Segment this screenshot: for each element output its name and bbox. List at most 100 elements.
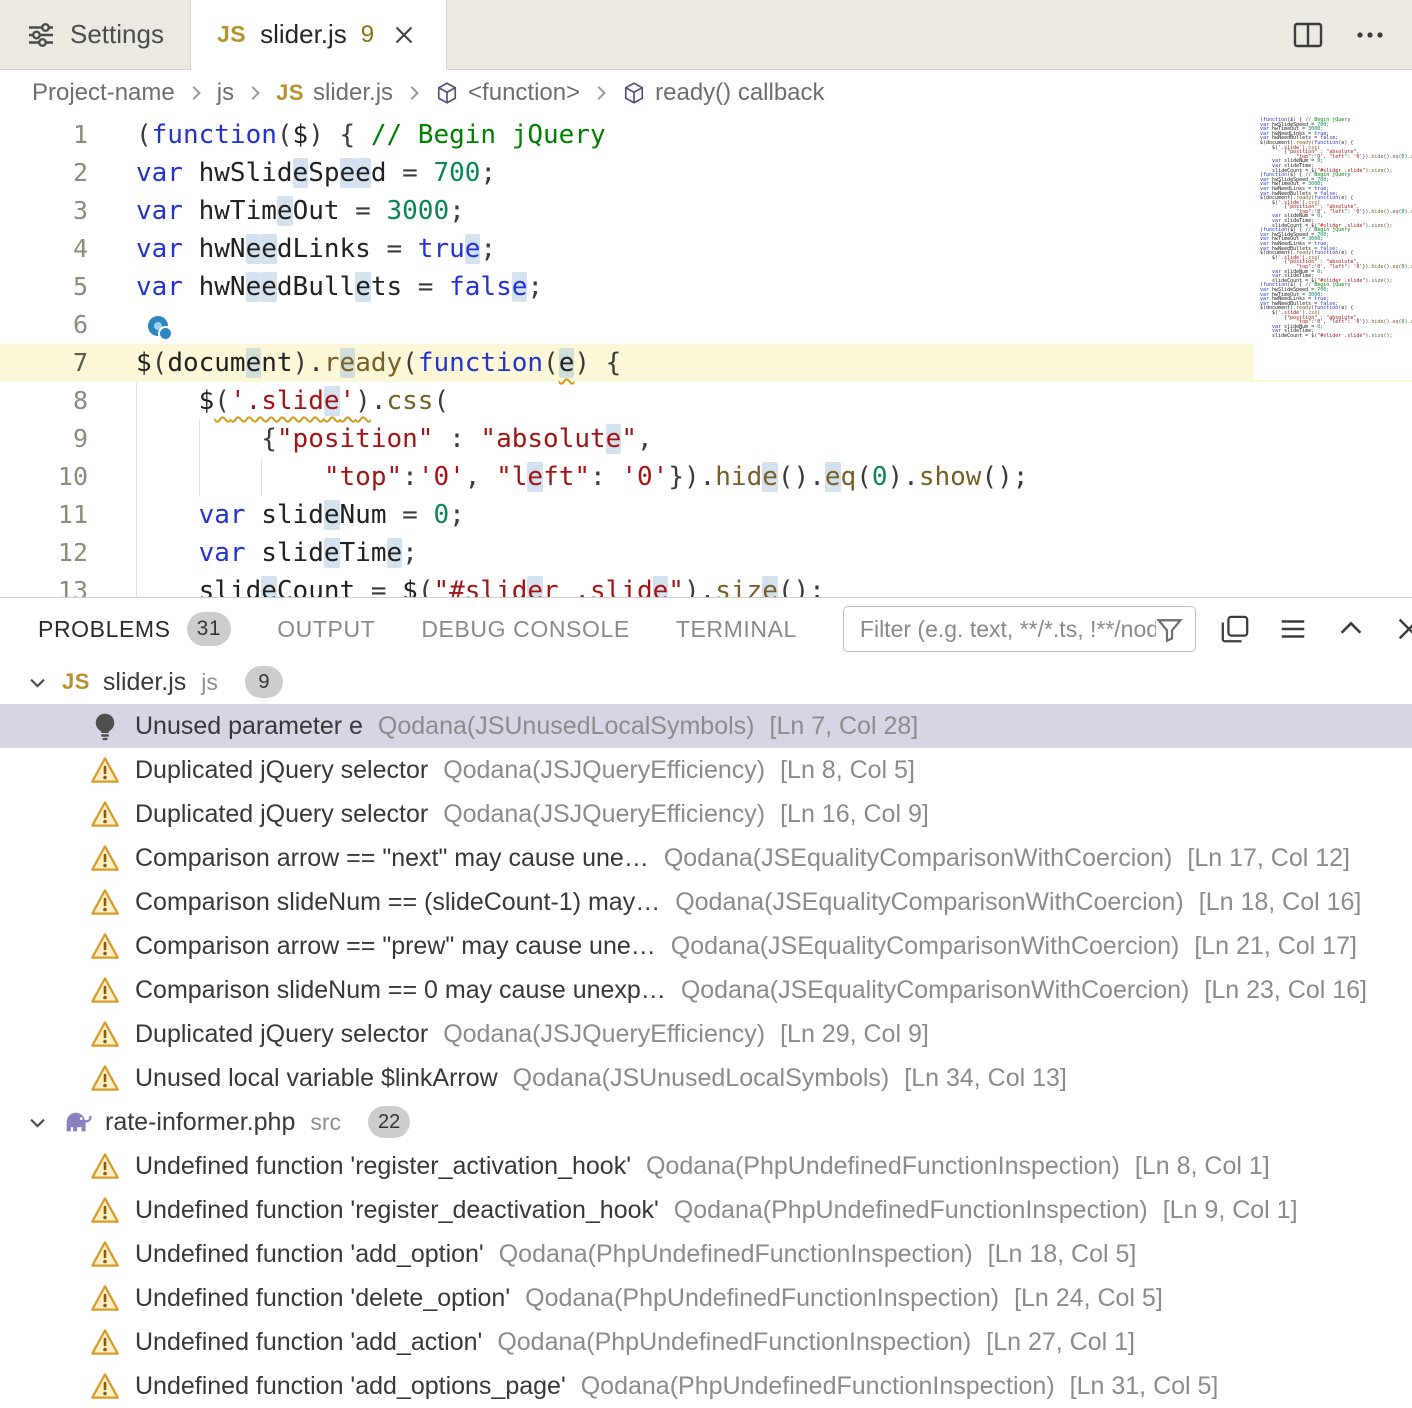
code-line[interactable]: 7 $(document).ready(function(e) {	[0, 344, 1412, 382]
problem-location: [Ln 23, Col 16]	[1204, 976, 1367, 1005]
problem-source: Qodana(PhpUndefinedFunctionInspection)	[674, 1196, 1148, 1225]
close-tab-icon[interactable]	[388, 21, 420, 49]
warning-icon	[90, 975, 120, 1005]
line-number[interactable]: 11	[0, 496, 88, 534]
breadcrumb-item[interactable]: JSslider.js	[276, 79, 393, 107]
more-actions-icon[interactable]	[1354, 19, 1386, 51]
problems-group-header[interactable]: rate-informer.php src 22	[0, 1100, 1412, 1144]
problem-row[interactable]: Undefined function 'add_option' Qodana(P…	[0, 1232, 1412, 1276]
breadcrumb-item[interactable]: js	[217, 79, 234, 107]
line-number[interactable]: 2	[0, 154, 88, 192]
problem-row[interactable]: Comparison slideNum == 0 may cause unexp…	[0, 968, 1412, 1012]
code-line[interactable]: 6	[0, 306, 1412, 344]
problem-row[interactable]: Undefined function 'register_activation_…	[0, 1144, 1412, 1188]
filter-icon[interactable]	[1156, 616, 1183, 643]
problem-row[interactable]: Unused local variable $linkArrow Qodana(…	[0, 1056, 1412, 1100]
minimap[interactable]: (function($) { // Begin jQueryvar hwSlid…	[1254, 116, 1412, 380]
line-content: $(document).ready(function(e) {	[136, 344, 621, 382]
code-line[interactable]: 9 {"position" : "absolute",	[0, 420, 1412, 458]
line-content: $('.slide').css(	[136, 382, 449, 420]
code-line[interactable]: 2 var hwSlideSpeed = 700;	[0, 154, 1412, 192]
line-content: "top":'0', "left": '0'}).hide().eq(0).sh…	[136, 458, 1028, 496]
line-number[interactable]: 4	[0, 230, 88, 268]
collapse-all-icon[interactable]	[1220, 614, 1250, 644]
code-line[interactable]: 3 var hwTimeOut = 3000;	[0, 192, 1412, 230]
panel-tab-problems[interactable]: PROBLEMS 31	[38, 612, 231, 646]
problem-location: [Ln 16, Col 9]	[780, 800, 929, 829]
line-number[interactable]: 12	[0, 534, 88, 572]
code-line[interactable]: 13 slideCount = $("#slider .slide").size…	[0, 572, 1412, 597]
problem-message: Undefined function 'add_options_page'	[135, 1372, 566, 1401]
problem-row[interactable]: Undefined function 'register_deactivatio…	[0, 1188, 1412, 1232]
line-number[interactable]: 9	[0, 420, 88, 458]
code-line[interactable]: 12 var slideTime;	[0, 534, 1412, 572]
problem-row[interactable]: Undefined function 'add_options_page' Qo…	[0, 1364, 1412, 1408]
problem-message: Undefined function 'delete_option'	[135, 1284, 510, 1313]
line-number[interactable]: 10	[0, 458, 88, 496]
code-editor[interactable]: 1 (function($) { // Begin jQuery 2 var h…	[0, 116, 1412, 597]
code-line[interactable]: 5 var hwNeedBullets = false;	[0, 268, 1412, 306]
line-number[interactable]: 8	[0, 382, 88, 420]
code-line[interactable]: 1 (function($) { // Begin jQuery	[0, 116, 1412, 154]
js-file-icon: JS	[62, 669, 90, 695]
warning-icon	[90, 755, 120, 785]
line-content: var slideNum = 0;	[136, 496, 465, 534]
line-number[interactable]: 13	[0, 572, 88, 597]
warning-icon	[90, 931, 120, 961]
problem-message: Undefined function 'add_option'	[135, 1240, 484, 1269]
breadcrumb-item[interactable]: Project-name	[32, 79, 175, 107]
problem-message: Undefined function 'add_action'	[135, 1328, 482, 1357]
chevron-down-icon[interactable]	[26, 1111, 49, 1134]
problem-row[interactable]: Comparison arrow == "next" may cause une…	[0, 836, 1412, 880]
problem-row[interactable]: Unused parameter e Qodana(JSUnusedLocalS…	[0, 704, 1412, 748]
warning-icon	[90, 1327, 120, 1357]
problem-row[interactable]: Duplicated jQuery selector Qodana(JSJQue…	[0, 1012, 1412, 1056]
code-line[interactable]: 11 var slideNum = 0;	[0, 496, 1412, 534]
breadcrumb-item[interactable]: <function>	[435, 79, 580, 107]
breadcrumb-item[interactable]: ready() callback	[622, 79, 824, 107]
panel-tab-debug-console[interactable]: DEBUG CONSOLE	[421, 612, 629, 646]
problem-row[interactable]: Undefined function 'add_action' Qodana(P…	[0, 1320, 1412, 1364]
problem-row[interactable]: Comparison arrow == "prew" may cause une…	[0, 924, 1412, 968]
split-editor-icon[interactable]	[1292, 19, 1324, 51]
line-number[interactable]: 5	[0, 268, 88, 306]
line-number[interactable]: 3	[0, 192, 88, 230]
problem-message: Unused local variable $linkArrow	[135, 1064, 498, 1093]
line-content: var hwSlideSpeed = 700;	[136, 154, 496, 192]
problem-source: Qodana(JSJQueryEfficiency)	[443, 1020, 765, 1049]
chevron-down-icon[interactable]	[26, 671, 49, 694]
breadcrumb-label: js	[217, 79, 234, 107]
problem-location: [Ln 29, Col 9]	[780, 1020, 929, 1049]
code-lines: 1 (function($) { // Begin jQuery 2 var h…	[0, 116, 1412, 597]
line-number[interactable]: 6	[0, 306, 88, 344]
problem-source: Qodana(JSUnusedLocalSymbols)	[378, 712, 755, 741]
breadcrumb-label: Project-name	[32, 79, 175, 107]
line-number[interactable]: 7	[0, 344, 88, 382]
qodana-hint-icon[interactable]	[148, 316, 168, 336]
tab-slider-js[interactable]: JS slider.js 9	[191, 0, 447, 69]
close-panel-icon[interactable]	[1394, 614, 1412, 644]
settings-icon	[26, 20, 56, 50]
warning-icon	[90, 1151, 120, 1181]
problems-group-header[interactable]: JS slider.js js 9	[0, 660, 1412, 704]
code-line[interactable]: 4 var hwNeedLinks = true;	[0, 230, 1412, 268]
problem-location: [Ln 21, Col 17]	[1194, 932, 1357, 961]
maximize-panel-icon[interactable]	[1336, 614, 1366, 644]
tab-settings[interactable]: Settings	[0, 0, 191, 69]
problem-source: Qodana(JSUnusedLocalSymbols)	[513, 1064, 890, 1093]
problem-location: [Ln 18, Col 5]	[988, 1240, 1137, 1269]
problem-row[interactable]: Comparison slideNum == (slideCount-1) ma…	[0, 880, 1412, 924]
view-as-table-icon[interactable]	[1278, 614, 1308, 644]
problem-source: Qodana(JSJQueryEfficiency)	[443, 756, 765, 785]
problem-row[interactable]: Undefined function 'delete_option' Qodan…	[0, 1276, 1412, 1320]
problem-row[interactable]: Duplicated jQuery selector Qodana(JSJQue…	[0, 748, 1412, 792]
problem-row[interactable]: Duplicated jQuery selector Qodana(JSJQue…	[0, 792, 1412, 836]
line-number[interactable]: 1	[0, 116, 88, 154]
problems-filter-input[interactable]	[860, 616, 1156, 643]
code-line[interactable]: 8 $('.slide').css(	[0, 382, 1412, 420]
panel-tab-output[interactable]: OUTPUT	[277, 612, 375, 646]
problem-location: [Ln 8, Col 5]	[780, 756, 915, 785]
code-line[interactable]: 10 "top":'0', "left": '0'}).hide().eq(0)…	[0, 458, 1412, 496]
problem-source: Qodana(JSEqualityComparisonWithCoercion)	[671, 932, 1180, 961]
panel-tab-terminal[interactable]: TERMINAL	[676, 612, 797, 646]
